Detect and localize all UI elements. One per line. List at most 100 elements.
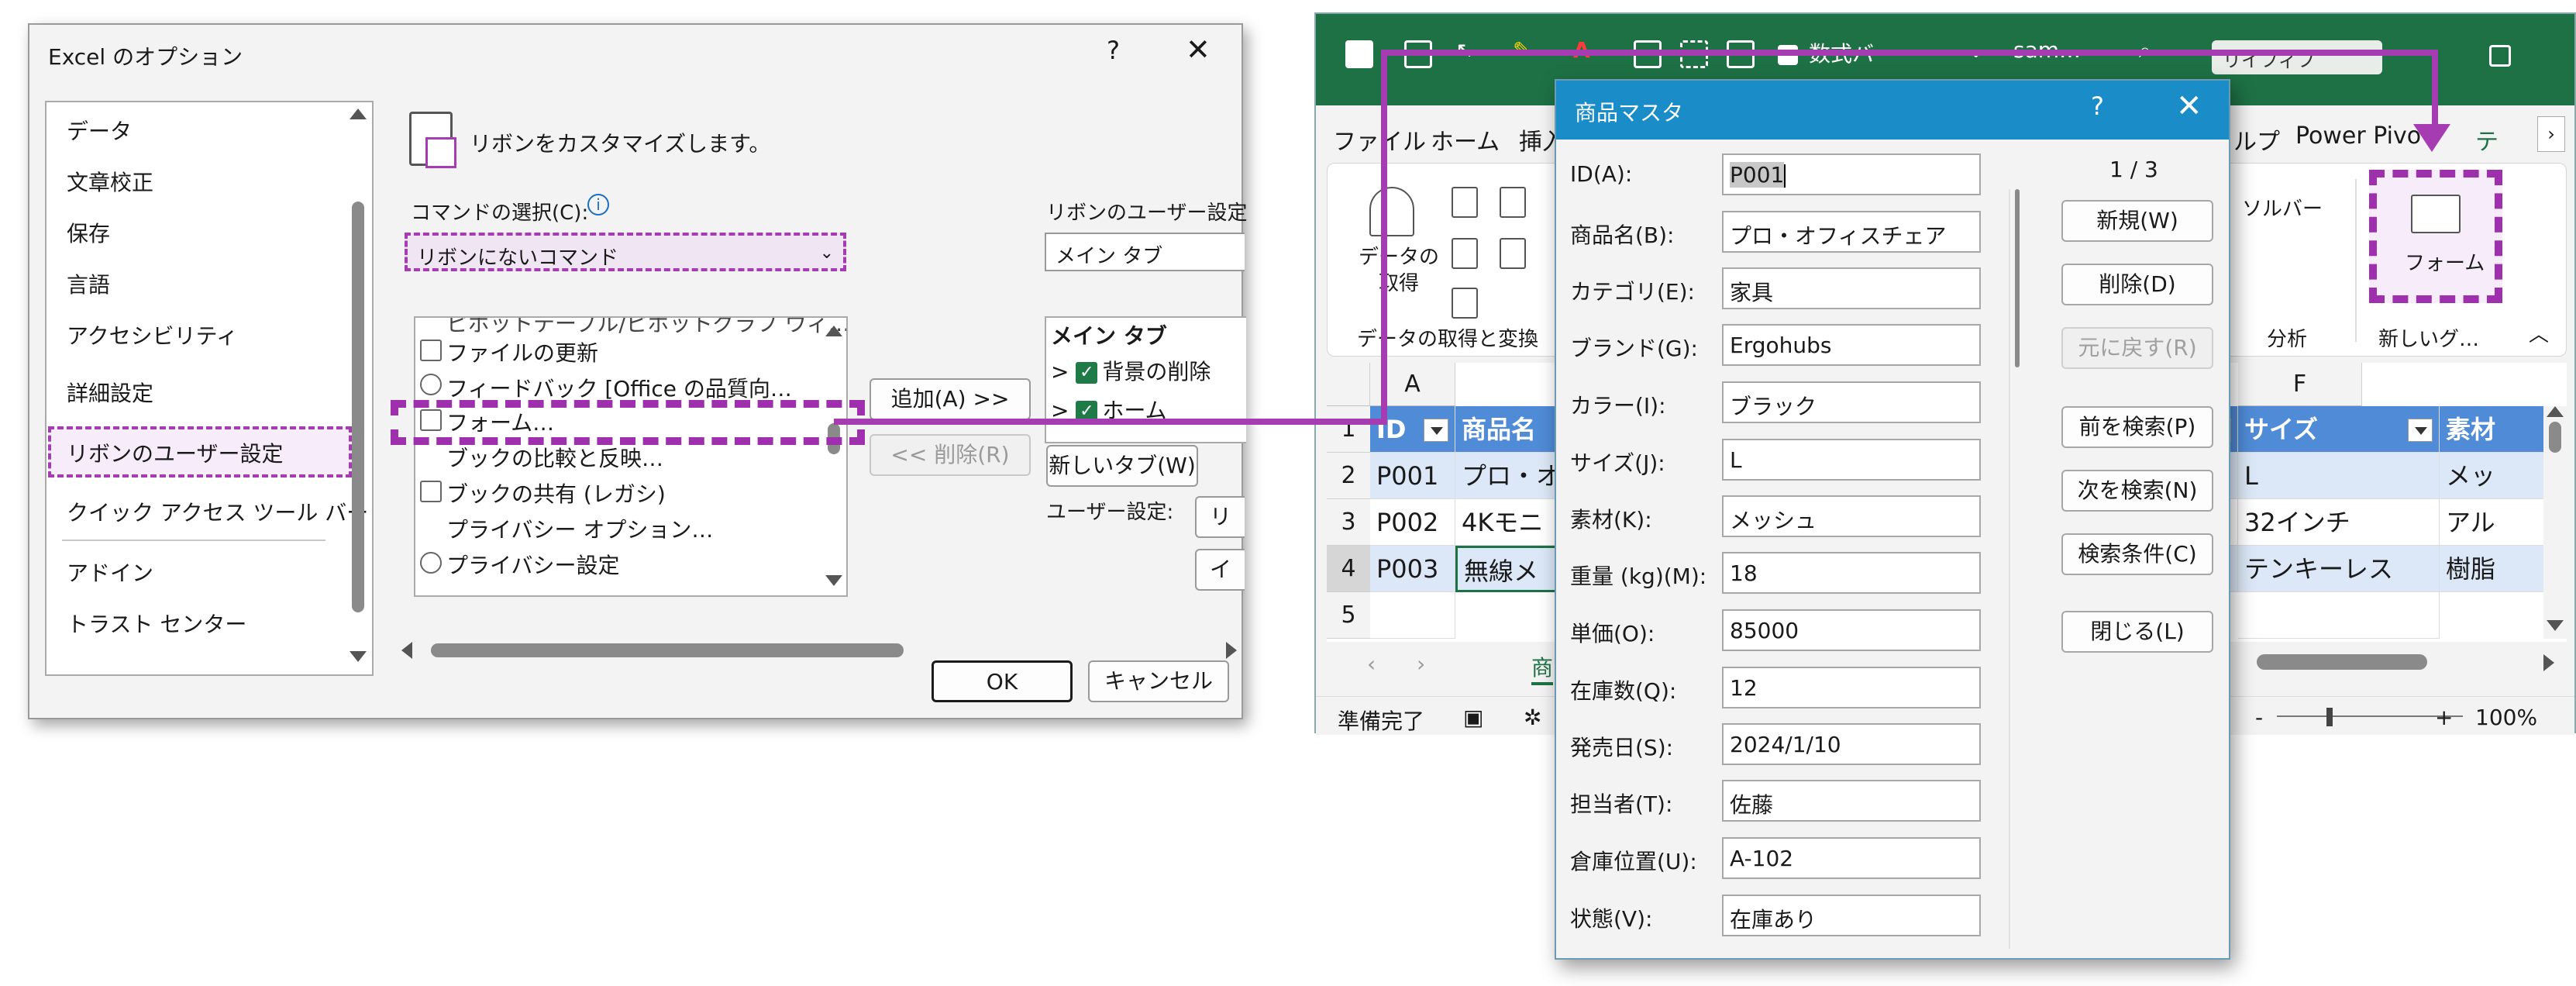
- record-scrollbar[interactable]: [2015, 189, 2020, 367]
- sheet-next-icon[interactable]: ›: [1417, 651, 1425, 677]
- add-button[interactable]: 追加(A) >>: [870, 378, 1031, 420]
- category-item[interactable]: 詳細設定: [67, 377, 153, 408]
- command-item[interactable]: ブックの比較と反映…: [446, 442, 663, 473]
- cancel-button[interactable]: キャンセル: [1088, 660, 1229, 702]
- scroll-thumb[interactable]: [352, 202, 364, 612]
- table-header-cell[interactable]: サイズ: [2238, 406, 2440, 453]
- field-input[interactable]: 18: [1722, 552, 1981, 594]
- table-cell[interactable]: テンキーレス: [2238, 546, 2440, 592]
- row-header[interactable]: 1: [1327, 406, 1370, 453]
- close-icon[interactable]: ✕: [2176, 88, 2202, 124]
- tab-table[interactable]: テ: [2475, 122, 2499, 157]
- new-record-button[interactable]: 新規(W): [2061, 200, 2213, 242]
- filter-dropdown-icon[interactable]: [1424, 419, 1448, 442]
- select-all-corner[interactable]: [1327, 363, 1370, 406]
- category-item[interactable]: 言語: [67, 268, 110, 299]
- close-icon[interactable]: ✕: [1186, 33, 1211, 67]
- field-input[interactable]: Ergohubs: [1722, 324, 1981, 366]
- row-header[interactable]: 3: [1327, 499, 1370, 546]
- accessibility-icon[interactable]: ✲: [1524, 705, 1541, 730]
- commands-scrollbar[interactable]: [825, 322, 843, 591]
- field-input[interactable]: プロ・オフィスチェア: [1722, 211, 1981, 253]
- tree-item[interactable]: > ✓ 背景の削除: [1051, 355, 1211, 386]
- form-icon[interactable]: [2411, 195, 2461, 233]
- category-item[interactable]: 文章校正: [67, 166, 153, 197]
- category-item[interactable]: トラスト センター: [67, 608, 246, 639]
- criteria-button[interactable]: 検索条件(C): [2061, 533, 2213, 575]
- zoom-in-button[interactable]: +: [2435, 705, 2453, 730]
- field-input-id[interactable]: P001: [1722, 153, 1981, 195]
- category-item[interactable]: アドイン: [67, 557, 153, 588]
- field-input[interactable]: 85000: [1722, 609, 1981, 651]
- from-web-icon[interactable]: [1452, 238, 1478, 269]
- customize-ribbon-dropdown[interactable]: メイン タブ: [1045, 233, 1245, 271]
- scroll-up-icon[interactable]: [350, 109, 367, 119]
- scroll-up-icon[interactable]: [2547, 406, 2564, 417]
- choose-commands-dropdown[interactable]: リボンにないコマンド ⌄: [405, 233, 846, 271]
- scroll-up-icon[interactable]: [825, 326, 842, 336]
- scroll-down-icon[interactable]: [2547, 620, 2564, 631]
- scroll-down-icon[interactable]: [825, 575, 842, 586]
- find-prev-button[interactable]: 前を検索(P): [2061, 406, 2213, 448]
- field-input[interactable]: 2024/1/10: [1722, 723, 1981, 765]
- category-item-selected[interactable]: リボンのユーザー設定: [67, 437, 283, 468]
- field-input[interactable]: 在庫あり: [1722, 895, 1981, 936]
- help-button[interactable]: ?: [2091, 91, 2104, 121]
- ok-button[interactable]: OK: [932, 660, 1073, 702]
- sheet-tab[interactable]: 商: [1531, 651, 1554, 685]
- active-cell[interactable]: 無線メ: [1455, 546, 1564, 592]
- tab-file[interactable]: ファイル: [1333, 122, 1426, 157]
- new-tab-button[interactable]: 新しいタブ(W): [1046, 445, 1198, 487]
- get-data-button[interactable]: データの 取得: [1359, 244, 1439, 297]
- zoom-level[interactable]: 100%: [2475, 705, 2537, 730]
- restore-button[interactable]: 元に戻す(R): [2061, 327, 2213, 369]
- search-box[interactable]: リイフィフ: [2212, 40, 2382, 74]
- table-cell[interactable]: [1370, 592, 1455, 639]
- field-input[interactable]: A-102: [1722, 837, 1981, 879]
- table-cell[interactable]: 32インチ: [2238, 499, 2440, 546]
- scroll-thumb[interactable]: [2549, 422, 2561, 453]
- table-cell[interactable]: [2238, 592, 2440, 639]
- command-item[interactable]: プライバシー設定: [446, 549, 619, 580]
- command-item[interactable]: ブックの共有 (レガシ): [446, 477, 666, 509]
- table-cell[interactable]: P001: [1370, 453, 1455, 499]
- category-item[interactable]: データ: [67, 115, 132, 146]
- category-item[interactable]: クイック アクセス ツール バー: [67, 496, 368, 527]
- collapse-ribbon-icon[interactable]: ︿: [2529, 319, 2549, 347]
- table-cell[interactable]: 4Kモニ: [1455, 499, 1564, 546]
- tab-help[interactable]: ルプ: [2233, 122, 2280, 157]
- vertical-scrollbar[interactable]: [2543, 406, 2567, 639]
- maximize-icon[interactable]: [2489, 45, 2511, 67]
- category-item[interactable]: アクセシビリティ: [67, 319, 238, 350]
- help-button[interactable]: ?: [1107, 36, 1120, 65]
- tab-home[interactable]: ホーム: [1431, 122, 1500, 157]
- scroll-right-icon[interactable]: [1226, 642, 1237, 659]
- row-header[interactable]: 5: [1327, 592, 1370, 639]
- hscroll-thumb[interactable]: [2257, 654, 2427, 670]
- scroll-down-icon[interactable]: [350, 651, 367, 662]
- scroll-left-icon[interactable]: [401, 642, 412, 659]
- field-input[interactable]: メッシュ: [1722, 495, 1981, 537]
- row-header[interactable]: 4: [1327, 546, 1370, 592]
- existing-connections-icon[interactable]: [1500, 238, 1526, 269]
- form-button[interactable]: フォーム: [2405, 247, 2485, 276]
- table-cell[interactable]: P002: [1370, 499, 1455, 546]
- checkbox-checked[interactable]: ✓: [1076, 362, 1098, 384]
- field-input[interactable]: L: [1722, 439, 1981, 481]
- database-icon[interactable]: [1369, 187, 1414, 236]
- from-text-icon[interactable]: [1452, 187, 1478, 218]
- row-header[interactable]: 2: [1327, 453, 1370, 499]
- field-input[interactable]: 佐藤: [1722, 780, 1981, 822]
- find-next-button[interactable]: 次を検索(N): [2061, 470, 2213, 512]
- field-input[interactable]: ブラック: [1722, 381, 1981, 423]
- scroll-thumb[interactable]: [431, 643, 904, 657]
- column-header-f[interactable]: F: [2238, 363, 2362, 406]
- macro-record-icon[interactable]: ▣: [1463, 705, 1483, 730]
- command-item[interactable]: ピボットテーブル/ピボットグラフ ウィ…: [446, 318, 846, 338]
- chevron-right-icon[interactable]: ›: [2537, 116, 2565, 152]
- table-cell[interactable]: P003: [1370, 546, 1455, 592]
- command-item[interactable]: フィードバック [Office の品質向…: [446, 372, 792, 403]
- from-table-icon[interactable]: [1452, 288, 1478, 319]
- category-item[interactable]: 保存: [67, 217, 110, 248]
- scroll-right-icon[interactable]: [2543, 654, 2554, 671]
